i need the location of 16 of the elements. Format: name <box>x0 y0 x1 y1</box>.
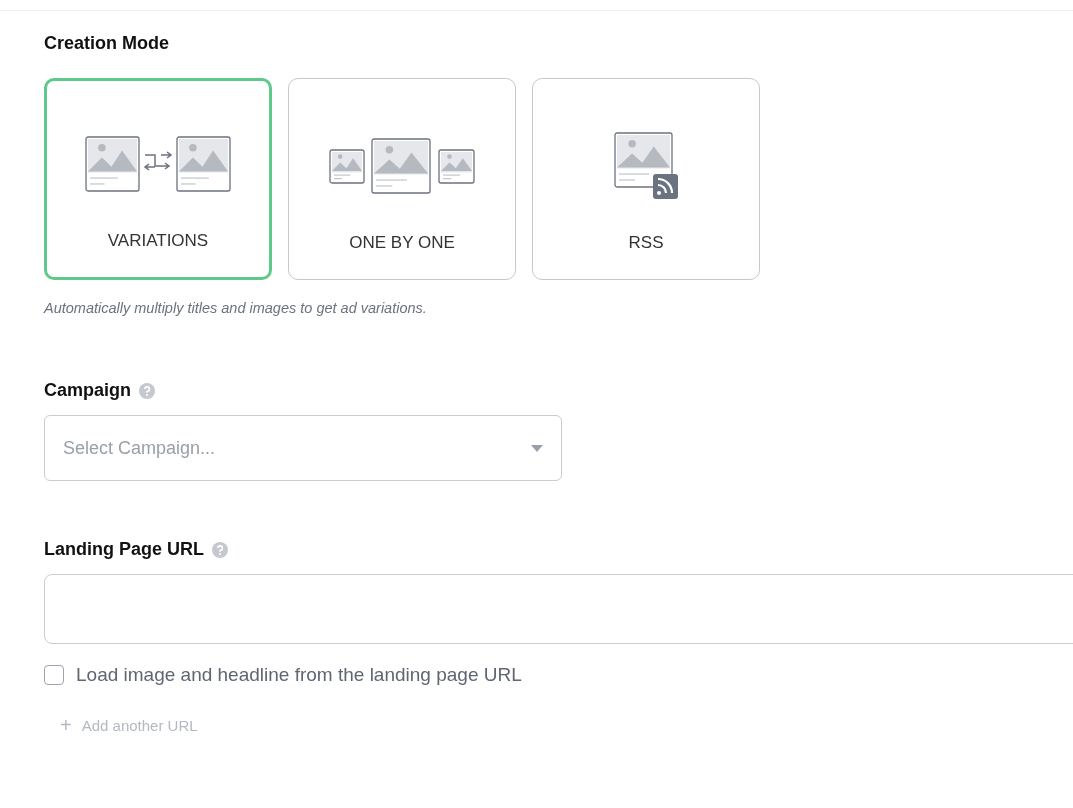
swap-images-icon <box>85 136 231 192</box>
url-input-field[interactable] <box>44 574 1073 644</box>
help-icon[interactable] <box>139 382 155 399</box>
image-cards-icon <box>329 138 475 194</box>
section-title: Landing Page URL <box>44 539 204 560</box>
help-icon[interactable] <box>212 541 228 558</box>
checkbox[interactable] <box>44 665 64 685</box>
checkbox-label: Load image and headline from the landing page URL <box>76 664 522 686</box>
section-title: Campaign <box>44 380 131 401</box>
image-rss-icon <box>614 132 678 200</box>
mode-option[interactable]: ONE BY ONE <box>288 78 516 280</box>
mode-option[interactable]: RSS <box>532 78 760 280</box>
section-title: Creation Mode <box>44 33 169 54</box>
mode-option[interactable]: VARIATIONS <box>44 78 272 280</box>
dropdown-caret-icon <box>531 444 543 452</box>
mode-description: Automatically multiply titles and images to get ad variations. <box>44 300 428 316</box>
